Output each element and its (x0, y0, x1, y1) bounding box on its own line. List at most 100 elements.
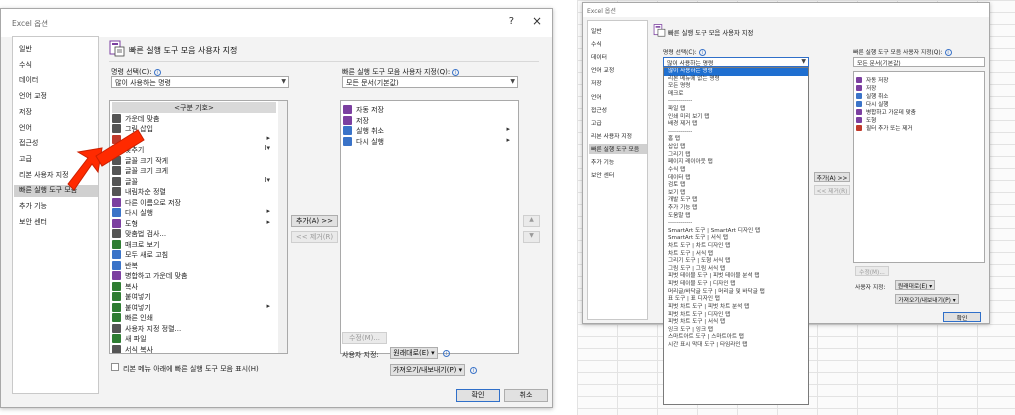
list-item[interactable]: 사용자 지정 정렬... (112, 323, 276, 334)
nav-item[interactable]: 고급 (591, 118, 602, 127)
list-item[interactable]: 반복 (112, 260, 276, 271)
customize-qat-combo[interactable]: 모든 문서(기본값) ▼ (342, 76, 518, 88)
autosave-icon (343, 105, 352, 114)
reset-button[interactable]: 원래대로(E) ▾ (895, 280, 935, 290)
qat-items-list[interactable]: 자동 저장 저장 실행 취소 ▸ 다시 실행 ▸ (340, 100, 519, 354)
dropdown-option[interactable]: 홈 탭 (664, 136, 808, 144)
nav-item[interactable]: 언어 교정 (591, 65, 614, 74)
dropdown-option[interactable]: 차트 도구 | 차트 디자인 탭 (664, 243, 808, 251)
dropdown-option[interactable]: 피벗 테이블 도구 | 디자인 탭 (664, 281, 808, 289)
dropdown-option[interactable]: 피벗 차트 도구 | 서식 탭 (664, 319, 808, 327)
choose-commands-dropdown[interactable]: 많이 사용하는 명령 리본 메뉴에 없는 명령 모든 명령 매크로 ----------… (663, 67, 809, 405)
nav-item[interactable]: 리본 사용자 지정 (591, 131, 632, 140)
dropdown-option[interactable]: 피벗 테이블 도구 | 피벗 테이블 분석 탭 (664, 273, 808, 281)
dropdown-option[interactable]: 스마트아트 도구 | 스마트아트 탭 (664, 334, 808, 342)
dropdown-option[interactable]: 데이터 탭 (664, 175, 808, 183)
nav-item[interactable]: 고급 (19, 154, 32, 164)
reset-button[interactable]: 원래대로(E) ▾ (390, 347, 438, 359)
nav-item[interactable]: 접근성 (591, 105, 607, 114)
import-export-button[interactable]: 가져오기/내보내기(P) ▾ (895, 294, 959, 304)
nav-item[interactable]: 수식 (591, 39, 602, 48)
close-button[interactable]: × (532, 14, 542, 28)
list-item[interactable]: 서식 복사 (112, 344, 276, 353)
dropdown-option[interactable]: ------------ (664, 129, 808, 137)
nav-item[interactable]: 일반 (591, 26, 602, 35)
nav-item[interactable]: 언어 (19, 123, 32, 133)
list-item[interactable]: 다른 이름으로 저장 (112, 197, 276, 208)
list-item[interactable]: 맞춤법 검사... (112, 228, 276, 239)
nav-item[interactable]: 빠른 실행 도구 모음 (589, 143, 647, 154)
dropdown-option[interactable]: 시간 표시 막대 도구 | 타임라인 탭 (664, 342, 808, 350)
list-item[interactable]: 붙여넣기 ▸ (112, 302, 276, 313)
list-item[interactable]: 다시 실행 ▸ (112, 207, 276, 218)
list-item[interactable]: 병합하고 가운데 맞춤 (112, 270, 276, 281)
help-button[interactable]: ? (509, 16, 514, 27)
nav-item[interactable]: 데이터 (19, 75, 38, 85)
nav-item[interactable]: 언어 (591, 92, 602, 101)
qat-item[interactable]: 실행 취소 ▸ (343, 125, 516, 136)
dropdown-option[interactable]: 삽입 탭 (664, 144, 808, 152)
list-item[interactable]: 가운데 맞춤 (112, 113, 276, 124)
dropdown-option[interactable]: 개발 도구 탭 (664, 197, 808, 205)
dropdown-option[interactable]: 추가 기능 탭 (664, 205, 808, 213)
list-item[interactable]: <구분 기호> (112, 102, 276, 113)
dropdown-option[interactable]: 그리기 도구 | 도형 서식 탭 (664, 258, 808, 266)
dropdown-option[interactable]: ------------ (664, 98, 808, 106)
move-up-button[interactable]: ▲ (523, 215, 540, 227)
modify-button[interactable]: 수정(M)... (342, 332, 387, 344)
dropdown-option[interactable]: 배경 제거 탭 (664, 121, 808, 129)
dropdown-option[interactable]: 도움말 탭 (664, 213, 808, 221)
nav-item[interactable]: 저장 (19, 107, 32, 117)
add-button[interactable]: 추가(A) >> (814, 172, 850, 182)
list-item[interactable]: 빠른 인쇄 (112, 312, 276, 323)
nav-item[interactable]: 보안 센터 (591, 170, 614, 179)
add-button[interactable]: 추가(A) >> (291, 215, 338, 227)
remove-button[interactable]: << 제거(R) (291, 231, 338, 243)
remove-button[interactable]: << 제거(R) (814, 185, 850, 195)
commands-scrollbar[interactable] (278, 101, 287, 353)
dropdown-option[interactable]: 매크로 (664, 91, 808, 99)
list-item[interactable]: 복사 (112, 281, 276, 292)
list-item[interactable]: 매크로 보기 (112, 239, 276, 250)
title-bar: Excel 옵션 (583, 3, 989, 17)
ok-button[interactable]: 확인 (943, 312, 981, 322)
nav-item[interactable]: 수식 (19, 60, 32, 70)
qat-item[interactable]: 저장 (343, 115, 516, 126)
dropdown-option[interactable]: 표 도구 | 표 디자인 탭 (664, 296, 808, 304)
nav-item[interactable]: 언어 교정 (19, 91, 47, 101)
dropdown-option[interactable]: 피벗 차트 도구 | 디자인 탭 (664, 312, 808, 320)
dropdown-option[interactable]: 파일 탭 (664, 106, 808, 114)
modify-button[interactable]: 수정(M)... (855, 266, 889, 276)
list-item[interactable]: 붙여넣기 (112, 291, 276, 302)
dropdown-option[interactable]: 많이 사용하는 명령 (664, 68, 808, 76)
list-item-label: 빠른 인쇄 (125, 314, 153, 322)
list-item[interactable]: 모두 새로 고침 (112, 249, 276, 260)
nav-item[interactable]: 일반 (19, 44, 32, 54)
nav-item[interactable]: 추가 기능 (19, 201, 47, 211)
dropdown-option[interactable]: 피벗 차트 도구 | 피벗 차트 분석 탭 (664, 304, 808, 312)
choose-commands-combo[interactable]: 많이 사용하는 명령 ▼ (663, 57, 809, 67)
list-item[interactable]: 도형 ▸ (112, 218, 276, 229)
nav-item[interactable]: 추가 기능 (591, 157, 614, 166)
dropdown-option[interactable]: 수식 탭 (664, 167, 808, 175)
dropdown-option[interactable]: 페이지 레이아웃 탭 (664, 159, 808, 167)
qat-item[interactable]: 다시 실행 ▸ (343, 136, 516, 147)
dropdown-option[interactable]: ------------ (664, 220, 808, 228)
cancel-button[interactable]: 취소 (504, 389, 548, 402)
qat-item[interactable]: 자동 저장 (343, 104, 516, 115)
ok-button[interactable]: 확인 (456, 389, 500, 402)
nav-item[interactable]: 데이터 (591, 52, 607, 61)
qat-items-list[interactable]: 자동 저장 저장 실행 취소 다시 실행 병합하고 가운데 맞춤 도형 필터 추가 또는 제… (853, 71, 985, 263)
dropdown-option[interactable]: SmartArt 도구 | 서식 탭 (664, 235, 808, 243)
list-item[interactable]: 새 파일 (112, 333, 276, 344)
dropdown-option[interactable]: 모든 명령 (664, 83, 808, 91)
nav-item[interactable]: 보안 센터 (19, 217, 47, 227)
import-export-button[interactable]: 가져오기/내보내기(P) ▾ (390, 364, 465, 376)
nav-item[interactable]: 접근성 (19, 138, 38, 148)
move-down-button[interactable]: ▼ (523, 231, 540, 243)
choose-commands-combo[interactable]: 많이 사용하는 명령 ▼ (111, 76, 289, 88)
customize-qat-combo[interactable]: 모든 문서(기본값) (853, 57, 985, 67)
dropdown-option[interactable]: 검토 탭 (664, 182, 808, 190)
show-below-ribbon-checkbox[interactable] (111, 363, 119, 371)
nav-item[interactable]: 저장 (591, 78, 602, 87)
